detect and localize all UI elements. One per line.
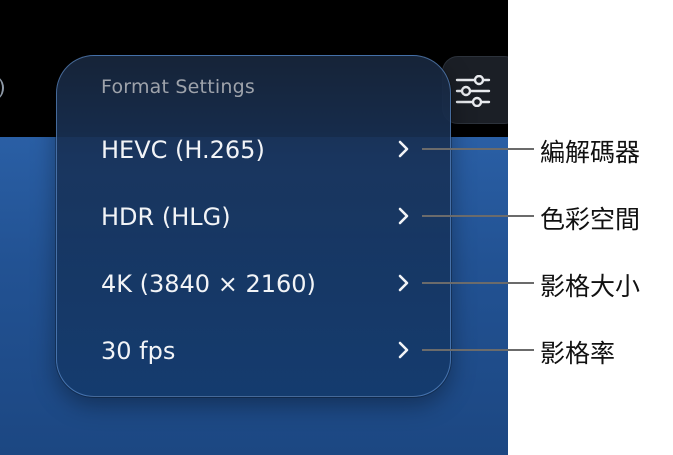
menu-item-label: 30 fps (101, 337, 176, 365)
callout-leader-line (422, 349, 534, 351)
menu-item-label: HEVC (H.265) (101, 136, 265, 164)
callout-codec: 編解碼器 (540, 138, 641, 167)
menu-item-frame-rate[interactable]: 30 fps (57, 323, 450, 379)
chevron-right-icon (398, 140, 409, 158)
menu-item-frame-size[interactable]: 4K (3840 × 2160) (57, 256, 450, 312)
camera-screen: Format Settings HEVC (H.265) HDR (HLG) 4… (0, 0, 508, 455)
callout-color-space: 色彩空間 (540, 205, 641, 234)
chevron-right-icon (398, 341, 409, 359)
callout-leader-line (422, 148, 534, 150)
sliders-icon (455, 75, 491, 107)
format-settings-menu: Format Settings HEVC (H.265) HDR (HLG) 4… (56, 55, 451, 397)
menu-item-color-space[interactable]: HDR (HLG) (57, 189, 450, 245)
annotated-screenshot: Format Settings HEVC (H.265) HDR (HLG) 4… (0, 0, 673, 455)
menu-header: Format Settings (101, 76, 255, 98)
chevron-right-icon (398, 207, 409, 225)
menu-item-codec[interactable]: HEVC (H.265) (57, 122, 450, 178)
callout-frame-size: 影格大小 (540, 272, 641, 301)
format-settings-button[interactable] (442, 56, 508, 124)
callout-leader-line (422, 215, 534, 217)
menu-item-label: HDR (HLG) (101, 203, 231, 231)
callout-leader-line (422, 282, 534, 284)
chevron-right-icon (398, 274, 409, 292)
callout-frame-rate: 影格率 (540, 339, 616, 368)
menu-item-label: 4K (3840 × 2160) (101, 270, 316, 298)
